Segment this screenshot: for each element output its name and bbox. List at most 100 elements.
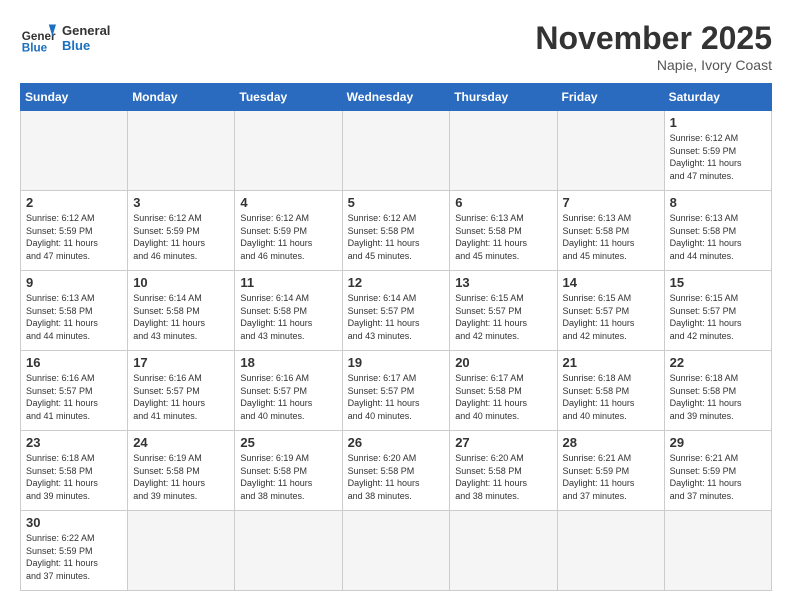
day-info: Sunrise: 6:13 AM Sunset: 5:58 PM Dayligh…	[563, 212, 659, 262]
calendar-cell: 12Sunrise: 6:14 AM Sunset: 5:57 PM Dayli…	[342, 271, 450, 351]
day-info: Sunrise: 6:12 AM Sunset: 5:59 PM Dayligh…	[133, 212, 229, 262]
day-number: 6	[455, 195, 551, 210]
calendar-cell: 21 Sunrise: 6:18 AM Sunset: 5:58 PM Dayli…	[557, 351, 664, 431]
calendar-cell: 20 Sunrise: 6:17 AM Sunset: 5:58 PM Dayli…	[450, 351, 557, 431]
calendar-row: 1 Sunrise: 6:12 AM Sunset: 5:59 PM Daylig…	[21, 111, 772, 191]
calendar-cell: 3 Sunrise: 6:12 AM Sunset: 5:59 PM Daylig…	[128, 191, 235, 271]
logo-general-text: General	[62, 23, 110, 38]
day-number: 7	[563, 195, 659, 210]
day-info: Sunrise: 6:19 AM Sunset: 5:58 PM Dayligh…	[240, 452, 336, 502]
day-info: Sunrise: 6:13 AM Sunset: 5:58 PM Dayligh…	[455, 212, 551, 262]
day-number: 17	[133, 355, 229, 370]
day-info: Sunrise: 6:20 AM Sunset: 5:58 PM Dayligh…	[348, 452, 445, 502]
weekday-header-friday: Friday	[557, 84, 664, 111]
day-number: 18	[240, 355, 336, 370]
title-block: November 2025 Napie, Ivory Coast	[535, 20, 772, 73]
calendar-cell	[128, 511, 235, 591]
weekday-header-sunday: Sunday	[21, 84, 128, 111]
day-info: Sunrise: 6:18 AM Sunset: 5:58 PM Dayligh…	[26, 452, 122, 502]
calendar-cell: 7 Sunrise: 6:13 AM Sunset: 5:58 PM Daylig…	[557, 191, 664, 271]
calendar-cell	[21, 111, 128, 191]
weekday-header-thursday: Thursday	[450, 84, 557, 111]
calendar-cell: 26 Sunrise: 6:20 AM Sunset: 5:58 PM Dayli…	[342, 431, 450, 511]
day-info: Sunrise: 6:12 AM Sunset: 5:59 PM Dayligh…	[670, 132, 766, 182]
calendar-cell: 16 Sunrise: 6:16 AM Sunset: 5:57 PM Dayli…	[21, 351, 128, 431]
day-number: 19	[348, 355, 445, 370]
logo: General Blue General Blue	[20, 20, 110, 56]
weekday-header-tuesday: Tuesday	[235, 84, 342, 111]
calendar-cell	[235, 511, 342, 591]
day-info: Sunrise: 6:17 AM Sunset: 5:58 PM Dayligh…	[455, 372, 551, 422]
month-title: November 2025	[535, 20, 772, 57]
day-number: 23	[26, 435, 122, 450]
day-number: 27	[455, 435, 551, 450]
calendar-cell: 14Sunrise: 6:15 AM Sunset: 5:57 PM Dayli…	[557, 271, 664, 351]
day-number: 13	[455, 275, 551, 290]
day-number: 5	[348, 195, 445, 210]
day-info: Sunrise: 6:16 AM Sunset: 5:57 PM Dayligh…	[26, 372, 122, 422]
calendar-cell: 28Sunrise: 6:21 AM Sunset: 5:59 PM Dayli…	[557, 431, 664, 511]
day-number: 20	[455, 355, 551, 370]
calendar-cell: 8 Sunrise: 6:13 AM Sunset: 5:58 PM Daylig…	[664, 191, 771, 271]
day-number: 1	[670, 115, 766, 130]
day-info: Sunrise: 6:20 AM Sunset: 5:58 PM Dayligh…	[455, 452, 551, 502]
day-number: 8	[670, 195, 766, 210]
day-number: 4	[240, 195, 336, 210]
day-number: 3	[133, 195, 229, 210]
calendar-cell: 27 Sunrise: 6:20 AM Sunset: 5:58 PM Dayli…	[450, 431, 557, 511]
day-info: Sunrise: 6:21 AM Sunset: 5:59 PM Dayligh…	[670, 452, 766, 502]
weekday-header-monday: Monday	[128, 84, 235, 111]
day-number: 28	[563, 435, 659, 450]
calendar-table: SundayMondayTuesdayWednesdayThursdayFrid…	[20, 83, 772, 591]
calendar-cell	[450, 111, 557, 191]
calendar-row: 23 Sunrise: 6:18 AM Sunset: 5:58 PM Dayli…	[21, 431, 772, 511]
calendar-cell: 18 Sunrise: 6:16 AM Sunset: 5:57 PM Dayli…	[235, 351, 342, 431]
weekday-header-saturday: Saturday	[664, 84, 771, 111]
day-info: Sunrise: 6:14 AM Sunset: 5:58 PM Dayligh…	[240, 292, 336, 342]
calendar-cell: 19 Sunrise: 6:17 AM Sunset: 5:57 PM Dayli…	[342, 351, 450, 431]
calendar-cell: 23 Sunrise: 6:18 AM Sunset: 5:58 PM Dayli…	[21, 431, 128, 511]
day-number: 15	[670, 275, 766, 290]
day-info: Sunrise: 6:17 AM Sunset: 5:57 PM Dayligh…	[348, 372, 445, 422]
day-info: Sunrise: 6:19 AM Sunset: 5:58 PM Dayligh…	[133, 452, 229, 502]
day-number: 24	[133, 435, 229, 450]
day-info: Sunrise: 6:12 AM Sunset: 5:58 PM Dayligh…	[348, 212, 445, 262]
day-info: Sunrise: 6:13 AM Sunset: 5:58 PM Dayligh…	[670, 212, 766, 262]
calendar-cell: 6 Sunrise: 6:13 AM Sunset: 5:58 PM Daylig…	[450, 191, 557, 271]
calendar-cell	[664, 511, 771, 591]
day-info: Sunrise: 6:14 AM Sunset: 5:57 PM Dayligh…	[348, 292, 445, 342]
day-info: Sunrise: 6:15 AM Sunset: 5:57 PM Dayligh…	[670, 292, 766, 342]
calendar-cell: 11Sunrise: 6:14 AM Sunset: 5:58 PM Dayli…	[235, 271, 342, 351]
weekday-header-wednesday: Wednesday	[342, 84, 450, 111]
calendar-cell: 2Sunrise: 6:12 AM Sunset: 5:59 PM Daylig…	[21, 191, 128, 271]
calendar-cell	[342, 111, 450, 191]
weekday-header-row: SundayMondayTuesdayWednesdayThursdayFrid…	[21, 84, 772, 111]
day-number: 25	[240, 435, 336, 450]
calendar-row: 16 Sunrise: 6:16 AM Sunset: 5:57 PM Dayli…	[21, 351, 772, 431]
day-number: 22	[670, 355, 766, 370]
calendar-cell: 13 Sunrise: 6:15 AM Sunset: 5:57 PM Dayli…	[450, 271, 557, 351]
calendar-cell	[557, 511, 664, 591]
calendar-cell: 5 Sunrise: 6:12 AM Sunset: 5:58 PM Daylig…	[342, 191, 450, 271]
day-info: Sunrise: 6:16 AM Sunset: 5:57 PM Dayligh…	[240, 372, 336, 422]
day-number: 2	[26, 195, 122, 210]
calendar-cell: 24 Sunrise: 6:19 AM Sunset: 5:58 PM Dayli…	[128, 431, 235, 511]
logo-blue-text: Blue	[62, 38, 110, 53]
calendar-cell: 4 Sunrise: 6:12 AM Sunset: 5:59 PM Daylig…	[235, 191, 342, 271]
day-info: Sunrise: 6:18 AM Sunset: 5:58 PM Dayligh…	[563, 372, 659, 422]
day-number: 21	[563, 355, 659, 370]
day-info: Sunrise: 6:12 AM Sunset: 5:59 PM Dayligh…	[240, 212, 336, 262]
day-info: Sunrise: 6:15 AM Sunset: 5:57 PM Dayligh…	[563, 292, 659, 342]
day-number: 16	[26, 355, 122, 370]
calendar-cell: 22Sunrise: 6:18 AM Sunset: 5:58 PM Dayli…	[664, 351, 771, 431]
day-info: Sunrise: 6:16 AM Sunset: 5:57 PM Dayligh…	[133, 372, 229, 422]
day-number: 9	[26, 275, 122, 290]
logo-icon: General Blue	[20, 20, 56, 56]
calendar-cell: 17 Sunrise: 6:16 AM Sunset: 5:57 PM Dayli…	[128, 351, 235, 431]
calendar-row: 30Sunrise: 6:22 AM Sunset: 5:59 PM Dayli…	[21, 511, 772, 591]
day-number: 29	[670, 435, 766, 450]
calendar-cell: 10Sunrise: 6:14 AM Sunset: 5:58 PM Dayli…	[128, 271, 235, 351]
day-number: 26	[348, 435, 445, 450]
day-info: Sunrise: 6:15 AM Sunset: 5:57 PM Dayligh…	[455, 292, 551, 342]
calendar-cell	[557, 111, 664, 191]
